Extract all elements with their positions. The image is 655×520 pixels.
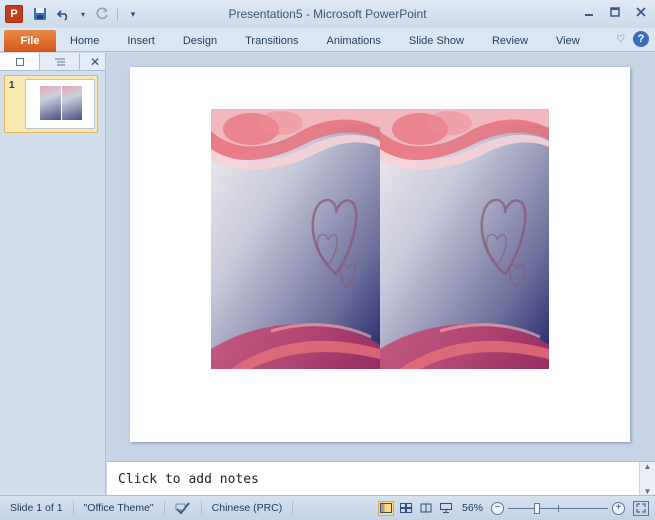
slide-thumbnail-image [40,86,82,120]
zoom-slider-center-tick [558,504,559,512]
slide-sorter-view-icon[interactable] [398,501,414,516]
save-icon[interactable] [31,5,49,23]
language-indicator[interactable]: Chinese (PRC) [202,496,293,520]
close-icon[interactable] [633,5,649,19]
spell-check-icon[interactable] [165,496,201,520]
powerpoint-logo-icon[interactable]: P [5,5,23,23]
tab-review[interactable]: Review [478,30,542,52]
zoom-slider-thumb[interactable] [534,502,540,514]
notes-placeholder[interactable]: Click to add notes [118,472,259,487]
help-icon[interactable]: ? [633,31,649,47]
slides-panel: ✕ 1 [0,53,106,495]
zoom-out-icon[interactable]: − [491,501,504,515]
slide-counter[interactable]: Slide 1 of 1 [0,496,73,520]
collapse-ribbon-icon[interactable]: ♡ [616,34,625,45]
tab-view[interactable]: View [542,30,594,52]
ribbon-tab-bar: File Home Insert Design Transitions Anim… [0,28,655,52]
slide-canvas[interactable] [130,67,630,442]
zoom-in-icon[interactable]: + [612,501,625,515]
customize-qat-icon[interactable]: ▾ [124,5,142,23]
slide-thumbnail[interactable]: 1 [4,75,98,133]
fit-to-window-icon[interactable] [633,500,649,516]
redo-icon[interactable] [93,5,111,23]
card-artwork-right [380,109,549,369]
scroll-up-icon[interactable]: ▲ [644,462,652,471]
thumb-card-left [40,86,61,120]
panel-tabs: ✕ [0,53,105,71]
tab-file[interactable]: File [4,29,56,52]
greeting-card-right [380,109,549,369]
qat-separator [117,7,118,21]
tab-transitions[interactable]: Transitions [231,30,312,52]
slide-show-view-icon[interactable] [438,501,454,516]
restore-icon[interactable] [607,5,623,19]
undo-dropdown-icon[interactable]: ▾ [79,5,87,23]
title-bar: P ▾ ▾ Presentation5 - Microsoft PowerPoi… [0,0,655,28]
slide-thumbnail-number: 1 [9,80,15,91]
greeting-card-left [211,109,380,369]
tab-animations[interactable]: Animations [313,30,395,52]
undo-icon[interactable] [55,5,73,23]
tab-home[interactable]: Home [56,30,113,52]
tab-slide-show[interactable]: Slide Show [395,30,478,52]
zoom-level[interactable]: 56% [458,502,487,514]
card-artwork-left [211,109,380,369]
quick-access-toolbar: ▾ ▾ [31,5,142,23]
slide-editing-area [107,53,655,461]
slide-picture[interactable] [211,109,549,369]
theme-name[interactable]: "Office Theme" [74,496,164,520]
slide-thumbnail-frame [25,79,95,129]
close-panel-icon[interactable]: ✕ [85,53,105,70]
status-separator [292,501,294,515]
tab-outline[interactable] [40,53,80,70]
normal-view-icon[interactable] [377,500,394,516]
minimize-icon[interactable] [581,5,597,19]
notes-scrollbar[interactable]: ▲ ▼ [639,462,655,496]
reading-view-icon[interactable] [418,501,434,516]
thumb-card-right [61,86,82,120]
zoom-slider[interactable] [508,502,608,515]
window-controls [581,5,649,19]
tab-slides[interactable] [0,53,40,70]
tab-insert[interactable]: Insert [113,30,169,52]
status-bar: Slide 1 of 1 "Office Theme" Chinese (PRC… [0,495,655,520]
view-and-zoom-controls: 56% − + [377,500,655,516]
ribbon-right-controls: ♡ ? [616,31,649,47]
notes-pane[interactable]: Click to add notes ▲ ▼ [107,461,655,496]
tab-design[interactable]: Design [169,30,231,52]
